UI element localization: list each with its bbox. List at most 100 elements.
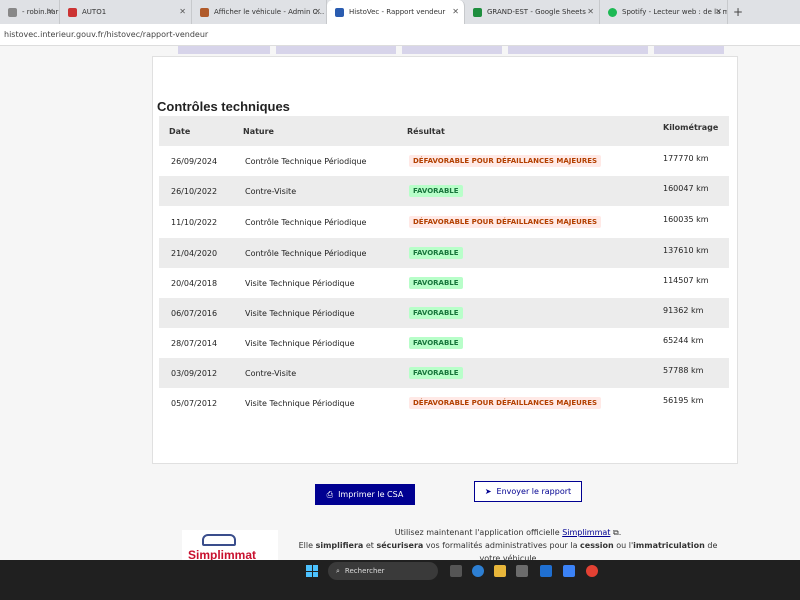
promo-text: vos formalités administratives pour la	[423, 541, 581, 550]
cell-km: 137610 km	[663, 246, 709, 255]
task-view-icon[interactable]	[450, 565, 462, 577]
windows-start-icon[interactable]	[306, 565, 318, 577]
column-header-date: Date	[169, 127, 191, 136]
cell-nature: Visite Technique Périodique	[245, 279, 355, 288]
tab-favicon-icon	[200, 7, 209, 17]
cell-nature: Contre-Visite	[245, 187, 297, 196]
status-badge: FAVORABLE	[409, 185, 463, 197]
chrome-icon[interactable]	[586, 565, 598, 577]
logo-text: Simplimmat	[188, 548, 257, 560]
search-placeholder: Rechercher	[344, 567, 385, 575]
browser-tab[interactable]: AUTO1 ✕	[60, 0, 192, 24]
os-taskbar: ⌕ Rechercher	[0, 560, 800, 600]
taskbar-search[interactable]: ⌕ Rechercher	[328, 562, 438, 580]
promo-text: ou l'	[613, 541, 634, 550]
cell-km: 160035 km	[663, 215, 709, 224]
print-csa-button[interactable]: ⎙ Imprimer le CSA	[315, 484, 415, 505]
cell-date: 03/09/2012	[171, 369, 218, 378]
close-icon[interactable]: ✕	[47, 7, 54, 16]
table-row: 05/07/2012 Visite Technique Périodique D…	[159, 388, 729, 418]
status-badge: FAVORABLE	[409, 367, 463, 379]
table-row: 20/04/2018 Visite Technique Périodique F…	[159, 268, 729, 298]
tab-favicon-icon	[473, 7, 482, 17]
cell-km: 57788 km	[663, 366, 704, 375]
close-icon[interactable]: ✕	[587, 7, 594, 16]
cell-nature: Contrôle Technique Périodique	[245, 218, 367, 227]
tab-favicon-icon	[68, 7, 77, 17]
tab-title: GRAND-EST - Google Sheets	[487, 8, 586, 16]
status-badge: FAVORABLE	[409, 307, 463, 319]
cell-date: 11/10/2022	[171, 218, 218, 227]
browser-tab[interactable]: - robin.harbo ✕	[0, 0, 60, 24]
promo-text: et	[363, 541, 377, 550]
table-row: 21/04/2020 Contrôle Technique Périodique…	[159, 238, 729, 268]
print-button-label: Imprimer le CSA	[338, 490, 404, 499]
column-header-result: Résultat	[407, 127, 445, 136]
calendar-icon[interactable]	[563, 565, 575, 577]
outlook-icon[interactable]	[540, 565, 552, 577]
cell-date: 21/04/2020	[171, 249, 218, 258]
cell-date: 06/07/2016	[171, 309, 218, 318]
edge-icon[interactable]	[472, 565, 484, 577]
column-header-nature: Nature	[243, 127, 274, 136]
browser-tab-active[interactable]: HistoVec - Rapport vendeur ✕	[327, 0, 465, 24]
cell-nature: Visite Technique Périodique	[245, 309, 355, 318]
external-link-icon: ⧉	[612, 528, 619, 537]
cell-date: 26/09/2024	[171, 157, 218, 166]
tab-title: AUTO1	[82, 8, 107, 16]
tab-favicon-icon	[608, 7, 617, 17]
table-row: 26/10/2022 Contre-Visite FAVORABLE 16004…	[159, 176, 729, 206]
cell-date: 05/07/2012	[171, 399, 218, 408]
printer-icon: ⎙	[326, 489, 334, 499]
address-bar[interactable]: histovec.interieur.gouv.fr/histovec/rapp…	[0, 24, 800, 46]
cell-nature: Contrôle Technique Périodique	[245, 249, 367, 258]
status-badge: FAVORABLE	[409, 247, 463, 259]
promo-bold: simplifiera	[315, 541, 364, 550]
tab-title: Spotify - Lecteur web : de la m...	[622, 8, 728, 16]
send-icon: ➤	[484, 487, 492, 496]
store-icon[interactable]	[516, 565, 528, 577]
page-content: Contrôles techniques Date Nature Résulta…	[0, 46, 800, 560]
send-report-button[interactable]: ➤ Envoyer le rapport	[474, 481, 582, 502]
new-tab-button[interactable]: +	[728, 0, 748, 24]
cell-nature: Visite Technique Périodique	[245, 399, 355, 408]
browser-tab[interactable]: Afficher le véhicule - Admin C... ✕	[192, 0, 327, 24]
browser-tab[interactable]: Spotify - Lecteur web : de la m... ✕	[600, 0, 728, 24]
url-text[interactable]: histovec.interieur.gouv.fr/histovec/rapp…	[4, 30, 208, 39]
close-icon[interactable]: ✕	[715, 7, 722, 16]
cell-date: 28/07/2014	[171, 339, 218, 348]
browser-tab-bar: - robin.harbo ✕ AUTO1 ✕ Afficher le véhi…	[0, 0, 800, 24]
tab-title: HistoVec - Rapport vendeur	[349, 8, 446, 16]
status-badge: FAVORABLE	[409, 337, 463, 349]
promo-bold: immatriculation	[633, 541, 705, 550]
cell-km: 114507 km	[663, 276, 709, 285]
table-row: 11/10/2022 Contrôle Technique Périodique…	[159, 207, 729, 237]
cell-km: 160047 km	[663, 184, 709, 193]
browser-tab[interactable]: GRAND-EST - Google Sheets ✕	[465, 0, 600, 24]
car-icon	[202, 534, 236, 546]
simplimmat-logo: Simplimmat	[182, 530, 278, 560]
cell-date: 26/10/2022	[171, 187, 218, 196]
simplimmat-link[interactable]: Simplimmat	[562, 528, 610, 537]
simplimmat-promo-text: Utilisez maintenant l'application offici…	[298, 526, 718, 560]
table-row: 03/09/2012 Contre-Visite FAVORABLE 57788…	[159, 358, 729, 388]
promo-line-3: votre véhicule	[479, 554, 537, 560]
tab-title: Afficher le véhicule - Admin C...	[214, 8, 325, 16]
close-icon[interactable]: ✕	[452, 7, 459, 16]
cell-km: 56195 km	[663, 396, 704, 405]
promo-prefix: Utilisez maintenant l'application offici…	[394, 528, 560, 537]
table-row: 28/07/2014 Visite Technique Périodique F…	[159, 328, 729, 358]
tab-favicon-icon	[335, 7, 344, 17]
cell-nature: Visite Technique Périodique	[245, 339, 355, 348]
promo-line-2: Elle simplifiera et sécurisera vos forma…	[298, 539, 718, 552]
file-explorer-icon[interactable]	[494, 565, 506, 577]
promo-text: Elle	[298, 541, 316, 550]
cell-nature: Contrôle Technique Périodique	[245, 157, 367, 166]
close-icon[interactable]: ✕	[179, 7, 186, 16]
close-icon[interactable]: ✕	[314, 7, 321, 16]
top-nav-stripes	[178, 46, 724, 54]
column-header-km: Kilométrage	[663, 123, 719, 132]
tab-title: - robin.harbo	[22, 8, 59, 16]
promo-bold: cession	[580, 541, 614, 550]
table-header: Date Nature Résultat Kilométrage	[159, 116, 729, 146]
